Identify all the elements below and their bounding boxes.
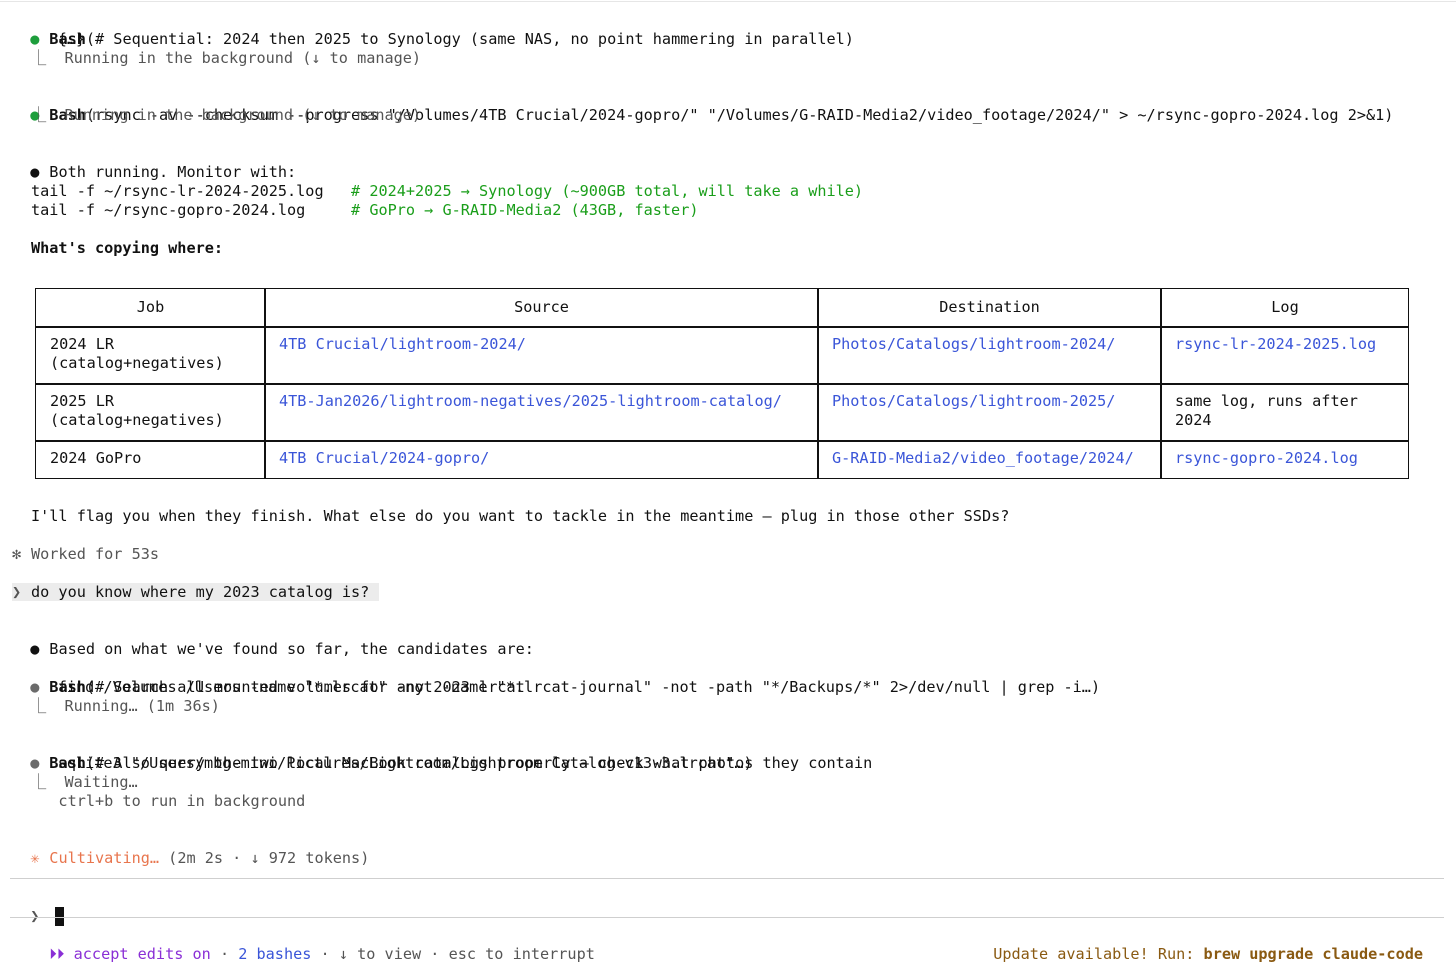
spinner-icon: ✳: [30, 849, 40, 867]
bash-call-4: ● Bash(# Also query the two local MacBook…: [12, 735, 872, 772]
code-command: tail -f ~/rsync-lr-2024-2025.log: [31, 182, 352, 200]
bashes-indicator[interactable]: 2 bashes: [238, 945, 311, 963]
table-cell-job: 2024 GoPro: [50, 449, 142, 467]
table-cell-log: same log, runs after 2024: [1175, 392, 1358, 429]
input-bottom-border: [10, 917, 1444, 918]
tool-command-continuation: {…}: [12, 30, 86, 48]
tool-status: ⎿ Waiting…: [31, 773, 138, 791]
bash-call-2: ● Bash(rsync -av --checksum --progress "/…: [12, 87, 1393, 124]
tool-status[interactable]: ⎿ Running in the background (↓ to manage…: [31, 106, 421, 125]
spinner-label: Cultivating…: [49, 849, 160, 867]
table-header-destination: Destination: [939, 298, 1040, 316]
table-cell-job: 2025 LR (catalog+negatives): [50, 392, 224, 429]
status-bar-left: ⏵⏵ accept edits on · 2 bashes · ↓ to vie…: [49, 945, 595, 963]
input-top-border: [10, 878, 1444, 879]
table-header-job: Job: [136, 298, 165, 316]
tool-status: ⎿ Running… (1m 36s): [31, 697, 220, 715]
tool-command-continuation: sqlite3 "/Users/mbg-mini/Pictures/Lightr…: [12, 754, 753, 772]
code-line-2: tail -f ~/rsync-gopro-2024.log # GoPro →…: [31, 201, 699, 220]
background-hint: ctrl+b to run in background: [31, 792, 306, 810]
spinner-line: ✳ Cultivating… (2m 2s · ↓ 972 tokens): [12, 830, 369, 867]
user-prompt-row: ❯ do you know where my 2023 catalog is?: [12, 583, 380, 602]
bash-call-3: ● Bash(# Search all mounted volumes for a…: [12, 659, 524, 696]
code-line-1: tail -f ~/rsync-lr-2024-2025.log # 2024+…: [31, 182, 863, 201]
update-command: brew upgrade claude-code: [1203, 945, 1423, 963]
tool-status[interactable]: ⎿ Running in the background (↓ to manage…: [31, 49, 421, 68]
table-cell-job: 2024 LR (catalog+negatives): [50, 335, 224, 372]
spinner-detail: (2m 2s · ↓ 972 tokens): [159, 849, 370, 867]
table-cell-source[interactable]: 4TB-Jan2026/lightroom-negatives/2025-lig…: [265, 392, 818, 411]
worked-timer: ✻ Worked for 53s: [12, 545, 160, 563]
bash-call-1: ● Bash(# Sequential: 2024 then 2025 to Sy…: [12, 11, 854, 48]
table-cell-destination[interactable]: G-RAID-Media2/video_footage/2024/: [818, 449, 1161, 468]
table-header-source: Source: [514, 298, 569, 316]
table-cell-destination[interactable]: Photos/Catalogs/lightroom-2024/: [818, 335, 1161, 354]
update-text: Update available! Run:: [993, 945, 1204, 963]
bullet-icon: ●: [30, 640, 40, 658]
view-hint: ↓ to view: [338, 945, 422, 963]
bullet-icon: ●: [30, 163, 40, 181]
asterisk-icon: ✻: [12, 545, 22, 563]
section-heading: What's copying where:: [31, 239, 224, 257]
update-notice: Update available! Run: brew upgrade clau…: [975, 926, 1423, 963]
table-cell-log[interactable]: rsync-lr-2024-2025.log: [1161, 335, 1409, 354]
code-comment: # 2024+2025 → Synology (~900GB total, wi…: [351, 182, 864, 200]
tool-command-continuation: find /Volumes /Users -name "*.lrcat" -no…: [12, 678, 1101, 696]
mode-icon[interactable]: ⏵⏵: [49, 945, 64, 963]
accept-edits-toggle[interactable]: accept edits on: [74, 945, 211, 963]
table-cell-log[interactable]: rsync-gopro-2024.log: [1161, 449, 1409, 468]
top-divider: [0, 1, 1456, 2]
interrupt-hint: esc to interrupt: [448, 945, 595, 963]
table-header-log: Log: [1271, 298, 1299, 316]
prompt-input[interactable]: ❯: [12, 888, 65, 926]
assistant-message: I'll flag you when they finish. What els…: [31, 507, 1010, 525]
table-cell-source[interactable]: 4TB Crucial/lightroom-2024/: [265, 335, 818, 354]
copy-jobs-table: Job Source Destination Log 2024 LR (cata…: [35, 288, 1409, 479]
prompt-caret-icon: ❯: [12, 583, 22, 601]
assistant-message: ● Based on what we've found so far, the c…: [30, 640, 534, 658]
table-cell-source[interactable]: 4TB Crucial/2024-gopro/: [265, 449, 818, 468]
user-prompt-text: do you know where my 2023 catalog is?: [31, 583, 370, 601]
assistant-message: ● Both running. Monitor with:: [30, 163, 297, 181]
table-cell-destination[interactable]: Photos/Catalogs/lightroom-2025/: [818, 392, 1161, 411]
tool-command: (# Sequential: 2024 then 2025 to Synolog…: [85, 30, 854, 48]
code-command: tail -f ~/rsync-gopro-2024.log: [31, 201, 352, 219]
code-comment: # GoPro → G-RAID-Media2 (43GB, faster): [351, 201, 699, 219]
